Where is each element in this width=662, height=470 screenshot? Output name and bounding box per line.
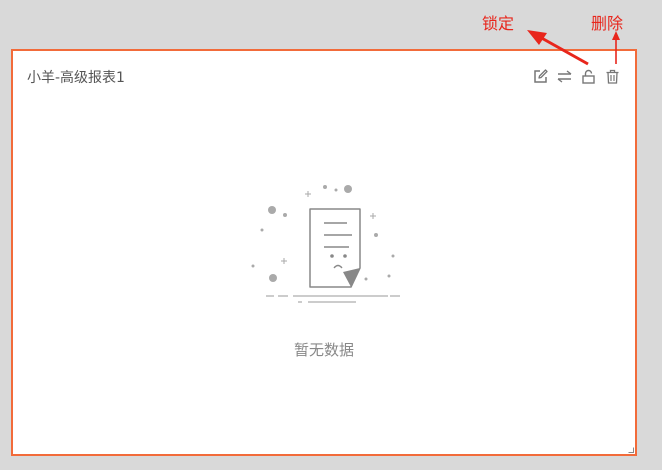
report-card: 小羊-高级报表1 暂无数据	[11, 49, 637, 456]
card-toolbar	[532, 68, 621, 85]
edit-button[interactable]	[532, 68, 549, 85]
annotation-delete-label: 删除	[591, 14, 624, 33]
delete-button[interactable]	[604, 68, 621, 85]
unlock-icon	[582, 69, 595, 84]
empty-state-text: 暂无数据	[293, 341, 354, 359]
canvas: 锁定 删除 小羊-高级报表1 暂无数据	[0, 0, 662, 470]
annotation-lock-label: 锁定	[482, 14, 515, 33]
trash-icon	[606, 69, 619, 84]
swap-button[interactable]	[556, 68, 573, 85]
lock-button[interactable]	[580, 68, 597, 85]
edit-icon	[534, 69, 548, 83]
resize-handle-icon[interactable]	[628, 447, 634, 453]
card-title: 小羊-高级报表1	[27, 70, 125, 86]
swap-icon	[557, 70, 572, 83]
empty-state-illustration-icon	[251, 185, 400, 303]
